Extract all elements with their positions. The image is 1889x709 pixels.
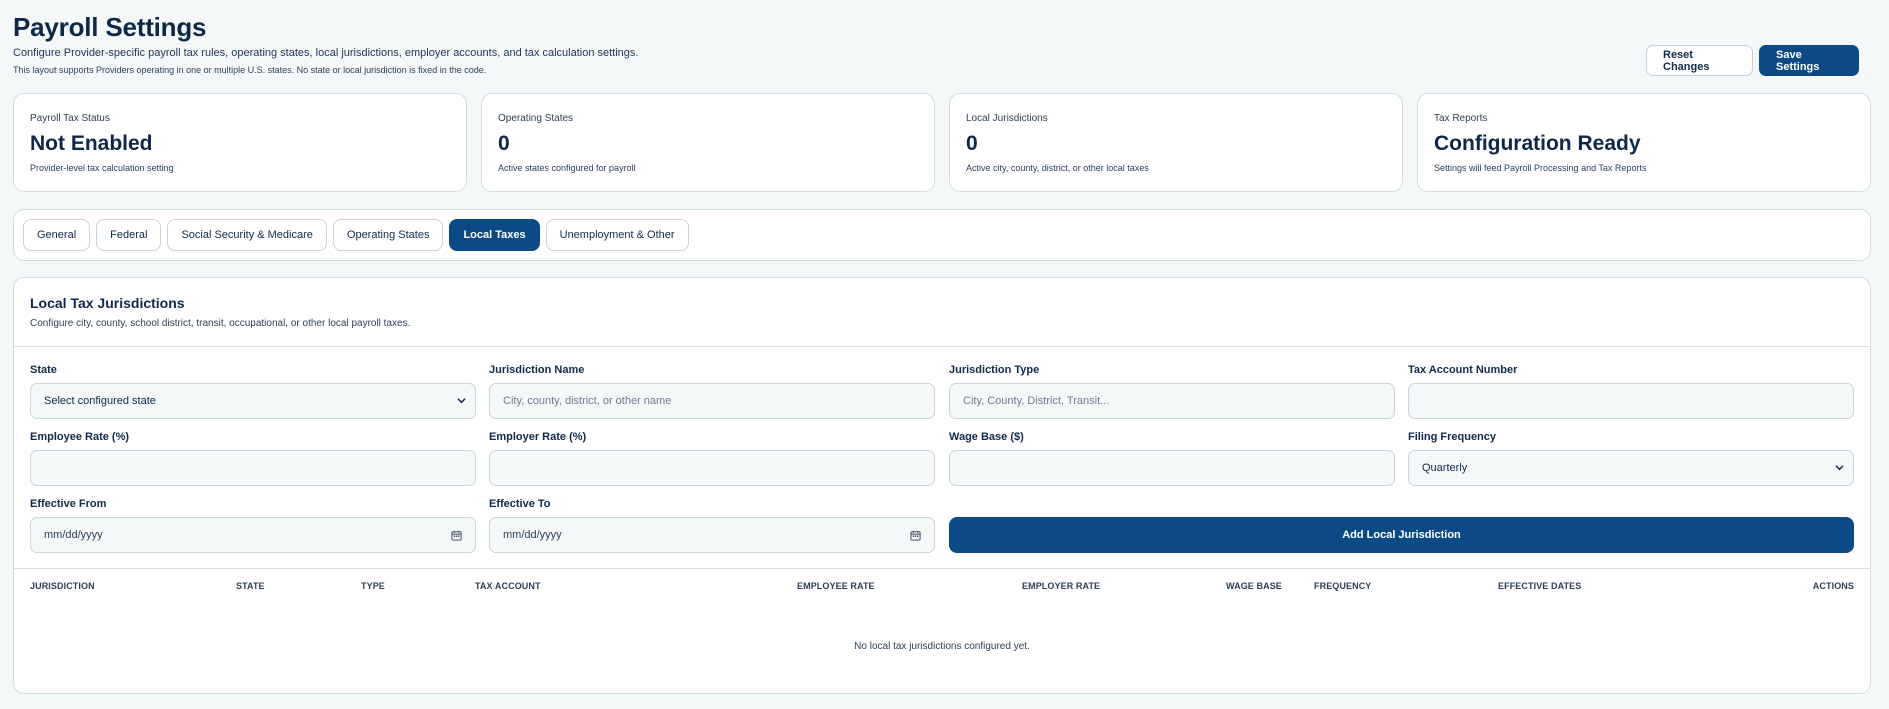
local-tax-panel: Local Tax Jurisdictions Configure city, … — [13, 277, 1871, 694]
filing-frequency-field: Filing Frequency Quarterly — [1408, 414, 1854, 486]
stat-label: Payroll Tax Status — [30, 113, 110, 124]
stat-value: 0 — [498, 132, 510, 155]
empty-table-message: No local tax jurisdictions configured ye… — [854, 641, 1030, 652]
employer-rate-field: Employer Rate (%) — [489, 414, 935, 486]
field-label: Effective To — [489, 498, 551, 510]
stat-cards: Payroll Tax Status Not Enabled Provider-… — [13, 93, 1871, 192]
field-label: Jurisdiction Type — [949, 364, 1040, 376]
stat-value: Not Enabled — [30, 132, 153, 155]
jurisdiction-type-field: Jurisdiction Type City, County, District… — [949, 347, 1395, 419]
tab-social-security-medicare[interactable]: Social Security & Medicare — [167, 219, 327, 251]
header-actions: Reset Changes Save Settings — [1646, 45, 1859, 76]
column-header: Frequency — [1314, 581, 1372, 591]
field-label: Wage Base ($) — [949, 431, 1024, 443]
column-header: Tax Account — [475, 581, 541, 591]
column-header: Type — [361, 581, 385, 591]
effective-from-field: Effective From mm/dd/yyyy — [30, 481, 476, 553]
tab-federal[interactable]: Federal — [96, 219, 162, 251]
column-header: Actions — [1812, 581, 1854, 591]
stat-label: Tax Reports — [1434, 113, 1488, 124]
effective-to-field: Effective To mm/dd/yyyy — [489, 481, 935, 553]
page-subtitle: Configure Provider-specific payroll tax … — [13, 47, 639, 59]
column-header: Employer Rate — [1022, 581, 1101, 591]
effective-from-input[interactable]: mm/dd/yyyy — [30, 517, 476, 553]
jurisdiction-name-field: Jurisdiction Name City, county, district… — [489, 347, 935, 419]
field-label: Filing Frequency — [1408, 431, 1497, 443]
wage-base-input[interactable] — [949, 450, 1395, 486]
column-header: Employee Rate — [797, 581, 875, 591]
stat-value: Configuration Ready — [1434, 132, 1641, 155]
add-local-jurisdiction-button[interactable]: Add Local Jurisdiction — [949, 517, 1854, 553]
tab-local-taxes[interactable]: Local Taxes — [449, 219, 540, 251]
column-header: State — [236, 581, 265, 591]
calendar-icon[interactable] — [451, 530, 462, 541]
field-label: Jurisdiction Name — [489, 364, 585, 376]
field-label: State — [30, 364, 57, 376]
filing-frequency-select[interactable]: Quarterly — [1408, 450, 1854, 486]
jurisdictions-table-header: Jurisdiction State Type Tax Account Empl… — [14, 568, 1870, 604]
employee-rate-field: Employee Rate (%) — [30, 414, 476, 486]
save-settings-button[interactable]: Save Settings — [1759, 45, 1859, 76]
select-value: Select configured state — [44, 395, 156, 407]
stat-desc: Provider-level tax calculation setting — [30, 163, 174, 173]
page-note: This layout supports Providers operating… — [13, 65, 487, 75]
stat-card-operating-states: Operating States 0 Active states configu… — [481, 93, 935, 192]
select-value: Quarterly — [1422, 462, 1468, 474]
page-title: Payroll Settings — [13, 12, 207, 42]
stat-desc: Active city, county, district, or other … — [966, 163, 1149, 173]
tax-account-field: Tax Account Number — [1408, 347, 1854, 419]
panel-header: Local Tax Jurisdictions Configure city, … — [14, 278, 1870, 347]
stat-card-payroll-tax-status: Payroll Tax Status Not Enabled Provider-… — [13, 93, 467, 192]
tab-general[interactable]: General — [23, 219, 91, 251]
tab-unemployment-other[interactable]: Unemployment & Other — [545, 219, 689, 251]
stat-label: Operating States — [498, 113, 574, 124]
date-value: mm/dd/yyyy — [503, 529, 562, 541]
chevron-down-icon — [457, 398, 466, 404]
tab-operating-states[interactable]: Operating States — [332, 219, 444, 251]
field-label: Employer Rate (%) — [489, 431, 587, 443]
stat-label: Local Jurisdictions — [966, 113, 1048, 124]
chevron-down-icon — [1835, 465, 1844, 471]
panel-title: Local Tax Jurisdictions — [30, 295, 185, 311]
panel-description: Configure city, county, school district,… — [30, 318, 411, 329]
page-header: Payroll Settings Configure Provider-spec… — [13, 0, 1876, 85]
stat-desc: Active states configured for payroll — [498, 163, 636, 173]
field-label: Employee Rate (%) — [30, 431, 130, 443]
state-field: State Select configured state — [30, 347, 476, 419]
date-value: mm/dd/yyyy — [44, 529, 103, 541]
effective-to-input[interactable]: mm/dd/yyyy — [489, 517, 935, 553]
settings-tabs: General Federal Social Security & Medica… — [13, 209, 1871, 261]
column-header: Jurisdiction — [30, 581, 95, 591]
payroll-settings-page: Payroll Settings Configure Provider-spec… — [0, 0, 1889, 709]
field-label: Effective From — [30, 498, 107, 510]
jurisdiction-form: State Select configured state Jurisdicti… — [30, 347, 1854, 567]
column-header: Effective Dates — [1498, 581, 1582, 591]
column-header: Wage Base — [1226, 581, 1282, 591]
wage-base-field: Wage Base ($) — [949, 414, 1395, 486]
calendar-icon[interactable] — [910, 530, 921, 541]
reset-changes-button[interactable]: Reset Changes — [1646, 45, 1753, 76]
field-label: Tax Account Number — [1408, 364, 1518, 376]
stat-card-local-jurisdictions: Local Jurisdictions 0 Active city, count… — [949, 93, 1403, 192]
stat-desc: Settings will feed Payroll Processing an… — [1434, 163, 1647, 173]
stat-value: 0 — [966, 132, 978, 155]
stat-card-tax-reports: Tax Reports Configuration Ready Settings… — [1417, 93, 1871, 192]
